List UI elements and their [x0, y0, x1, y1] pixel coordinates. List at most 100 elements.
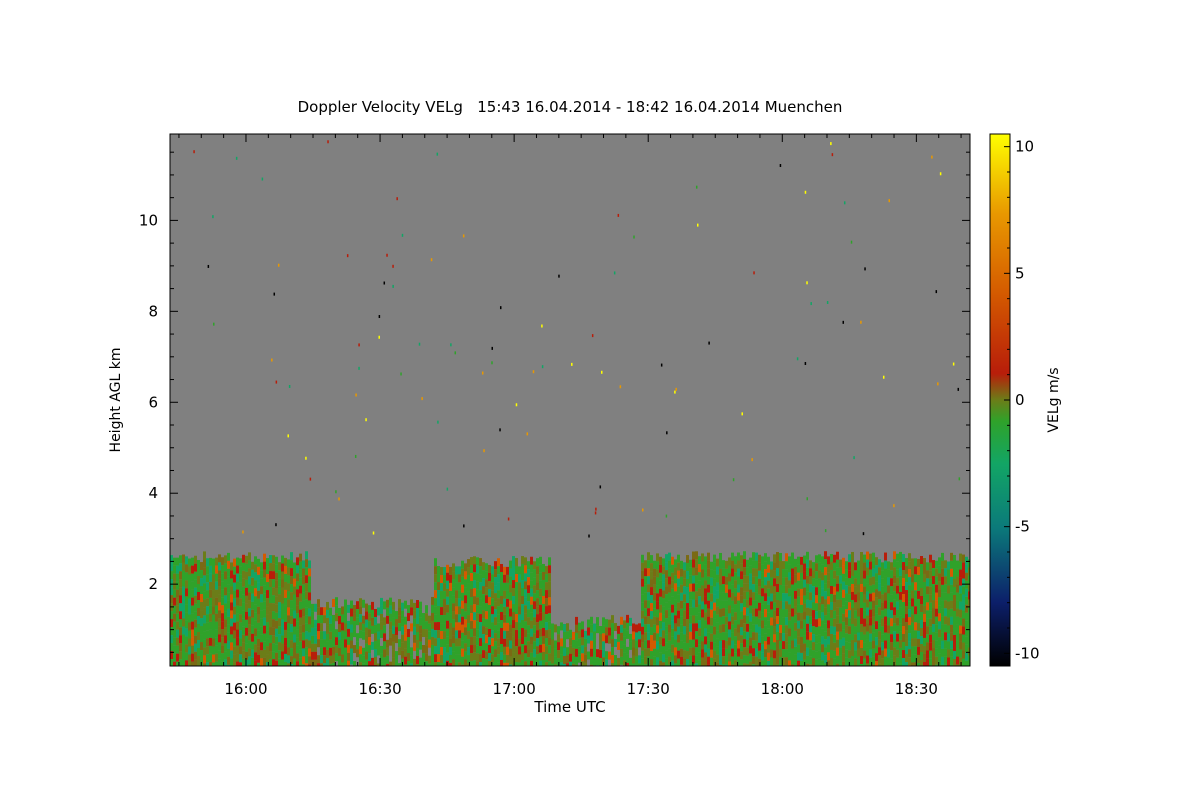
echo-cell — [818, 618, 821, 627]
echo-cell — [260, 594, 263, 603]
echo-cell — [542, 587, 545, 596]
noise-speck — [338, 497, 340, 501]
echo-cell — [656, 641, 659, 650]
echo-cell — [833, 554, 836, 563]
echo-cell — [263, 561, 266, 570]
echo-cell — [746, 591, 749, 600]
echo-cell — [182, 586, 185, 595]
echo-cell — [722, 584, 725, 593]
echo-cell — [530, 652, 533, 661]
echo-cell — [182, 634, 185, 643]
echo-cell — [653, 608, 656, 617]
echo-cell — [242, 570, 245, 579]
echo-cell — [209, 661, 212, 666]
echo-cell — [209, 645, 212, 654]
echo-cell — [881, 650, 884, 659]
echo-cell — [365, 627, 368, 636]
echo-cell — [332, 614, 335, 623]
echo-cell — [395, 611, 398, 620]
echo-cell — [218, 578, 221, 587]
echo-cell — [308, 592, 311, 601]
echo-cell — [626, 614, 629, 623]
echo-cell — [725, 656, 728, 665]
echo-cell — [914, 606, 917, 615]
echo-cell — [962, 618, 965, 627]
echo-cell — [656, 593, 659, 602]
echo-cell — [953, 610, 956, 619]
echo-cell — [428, 655, 431, 664]
echo-cell — [938, 597, 941, 606]
echo-cell — [284, 565, 287, 574]
echo-cell — [944, 648, 947, 657]
echo-cell — [503, 654, 506, 663]
echo-cell — [296, 605, 299, 614]
echo-cell — [899, 599, 902, 608]
echo-cell — [491, 606, 494, 615]
echo-cell — [290, 624, 293, 633]
echo-cell — [500, 611, 503, 620]
noise-speck — [601, 370, 603, 374]
echo-cell — [926, 650, 929, 659]
echo-cell — [737, 648, 740, 657]
echo-cell — [941, 624, 944, 633]
echo-cell — [314, 651, 317, 660]
echo-cell — [854, 626, 857, 635]
echo-cell — [197, 599, 200, 608]
echo-cell — [881, 634, 884, 643]
echo-cell — [890, 610, 893, 619]
echo-cell — [542, 619, 545, 628]
echo-cell — [761, 556, 764, 565]
echo-cell — [782, 617, 785, 626]
echo-cell — [494, 617, 497, 626]
echo-cell — [245, 579, 248, 588]
echo-cell — [743, 615, 746, 624]
echo-cell — [485, 571, 488, 580]
echo-cell — [230, 610, 233, 619]
echo-cell — [704, 636, 707, 645]
echo-cell — [194, 595, 197, 604]
echo-cell — [746, 575, 749, 584]
echo-cell — [926, 658, 929, 666]
echo-cell — [902, 618, 905, 627]
echo-cell — [476, 605, 479, 614]
echo-cell — [707, 648, 710, 657]
echo-cell — [233, 654, 236, 663]
echo-cell — [218, 602, 221, 611]
echo-cell — [332, 646, 335, 655]
echo-cell — [761, 612, 764, 621]
echo-cell — [293, 586, 296, 595]
echo-cell — [779, 656, 782, 665]
echo-cell — [680, 624, 683, 633]
echo-cell — [299, 585, 302, 594]
echo-cell — [611, 639, 614, 648]
echo-cell — [206, 598, 209, 607]
echo-cell — [503, 574, 506, 583]
echo-cell — [950, 640, 953, 649]
echo-cell — [464, 563, 467, 572]
echo-cell — [176, 629, 179, 638]
echo-cell — [482, 626, 485, 635]
echo-cell — [674, 575, 677, 584]
noise-speck — [446, 487, 449, 491]
echo-cell — [194, 603, 197, 612]
echo-cell — [602, 625, 605, 634]
echo-cell — [185, 580, 188, 589]
echo-cell — [485, 603, 488, 612]
echo-cell — [788, 660, 791, 666]
echo-cell — [785, 585, 788, 594]
echo-cell — [269, 587, 272, 596]
echo-cell — [593, 639, 596, 648]
echo-cell — [293, 610, 296, 619]
echo-cell — [944, 560, 947, 569]
echo-cell — [287, 655, 290, 664]
echo-cell — [470, 557, 473, 566]
echo-cell — [878, 655, 881, 664]
echo-cell — [911, 646, 914, 655]
echo-cell — [545, 662, 548, 666]
echo-cell — [707, 584, 710, 593]
echo-cell — [665, 602, 668, 611]
echo-cell — [797, 572, 800, 581]
echo-cell — [494, 641, 497, 650]
echo-cell — [812, 610, 815, 619]
echo-cell — [923, 629, 926, 638]
